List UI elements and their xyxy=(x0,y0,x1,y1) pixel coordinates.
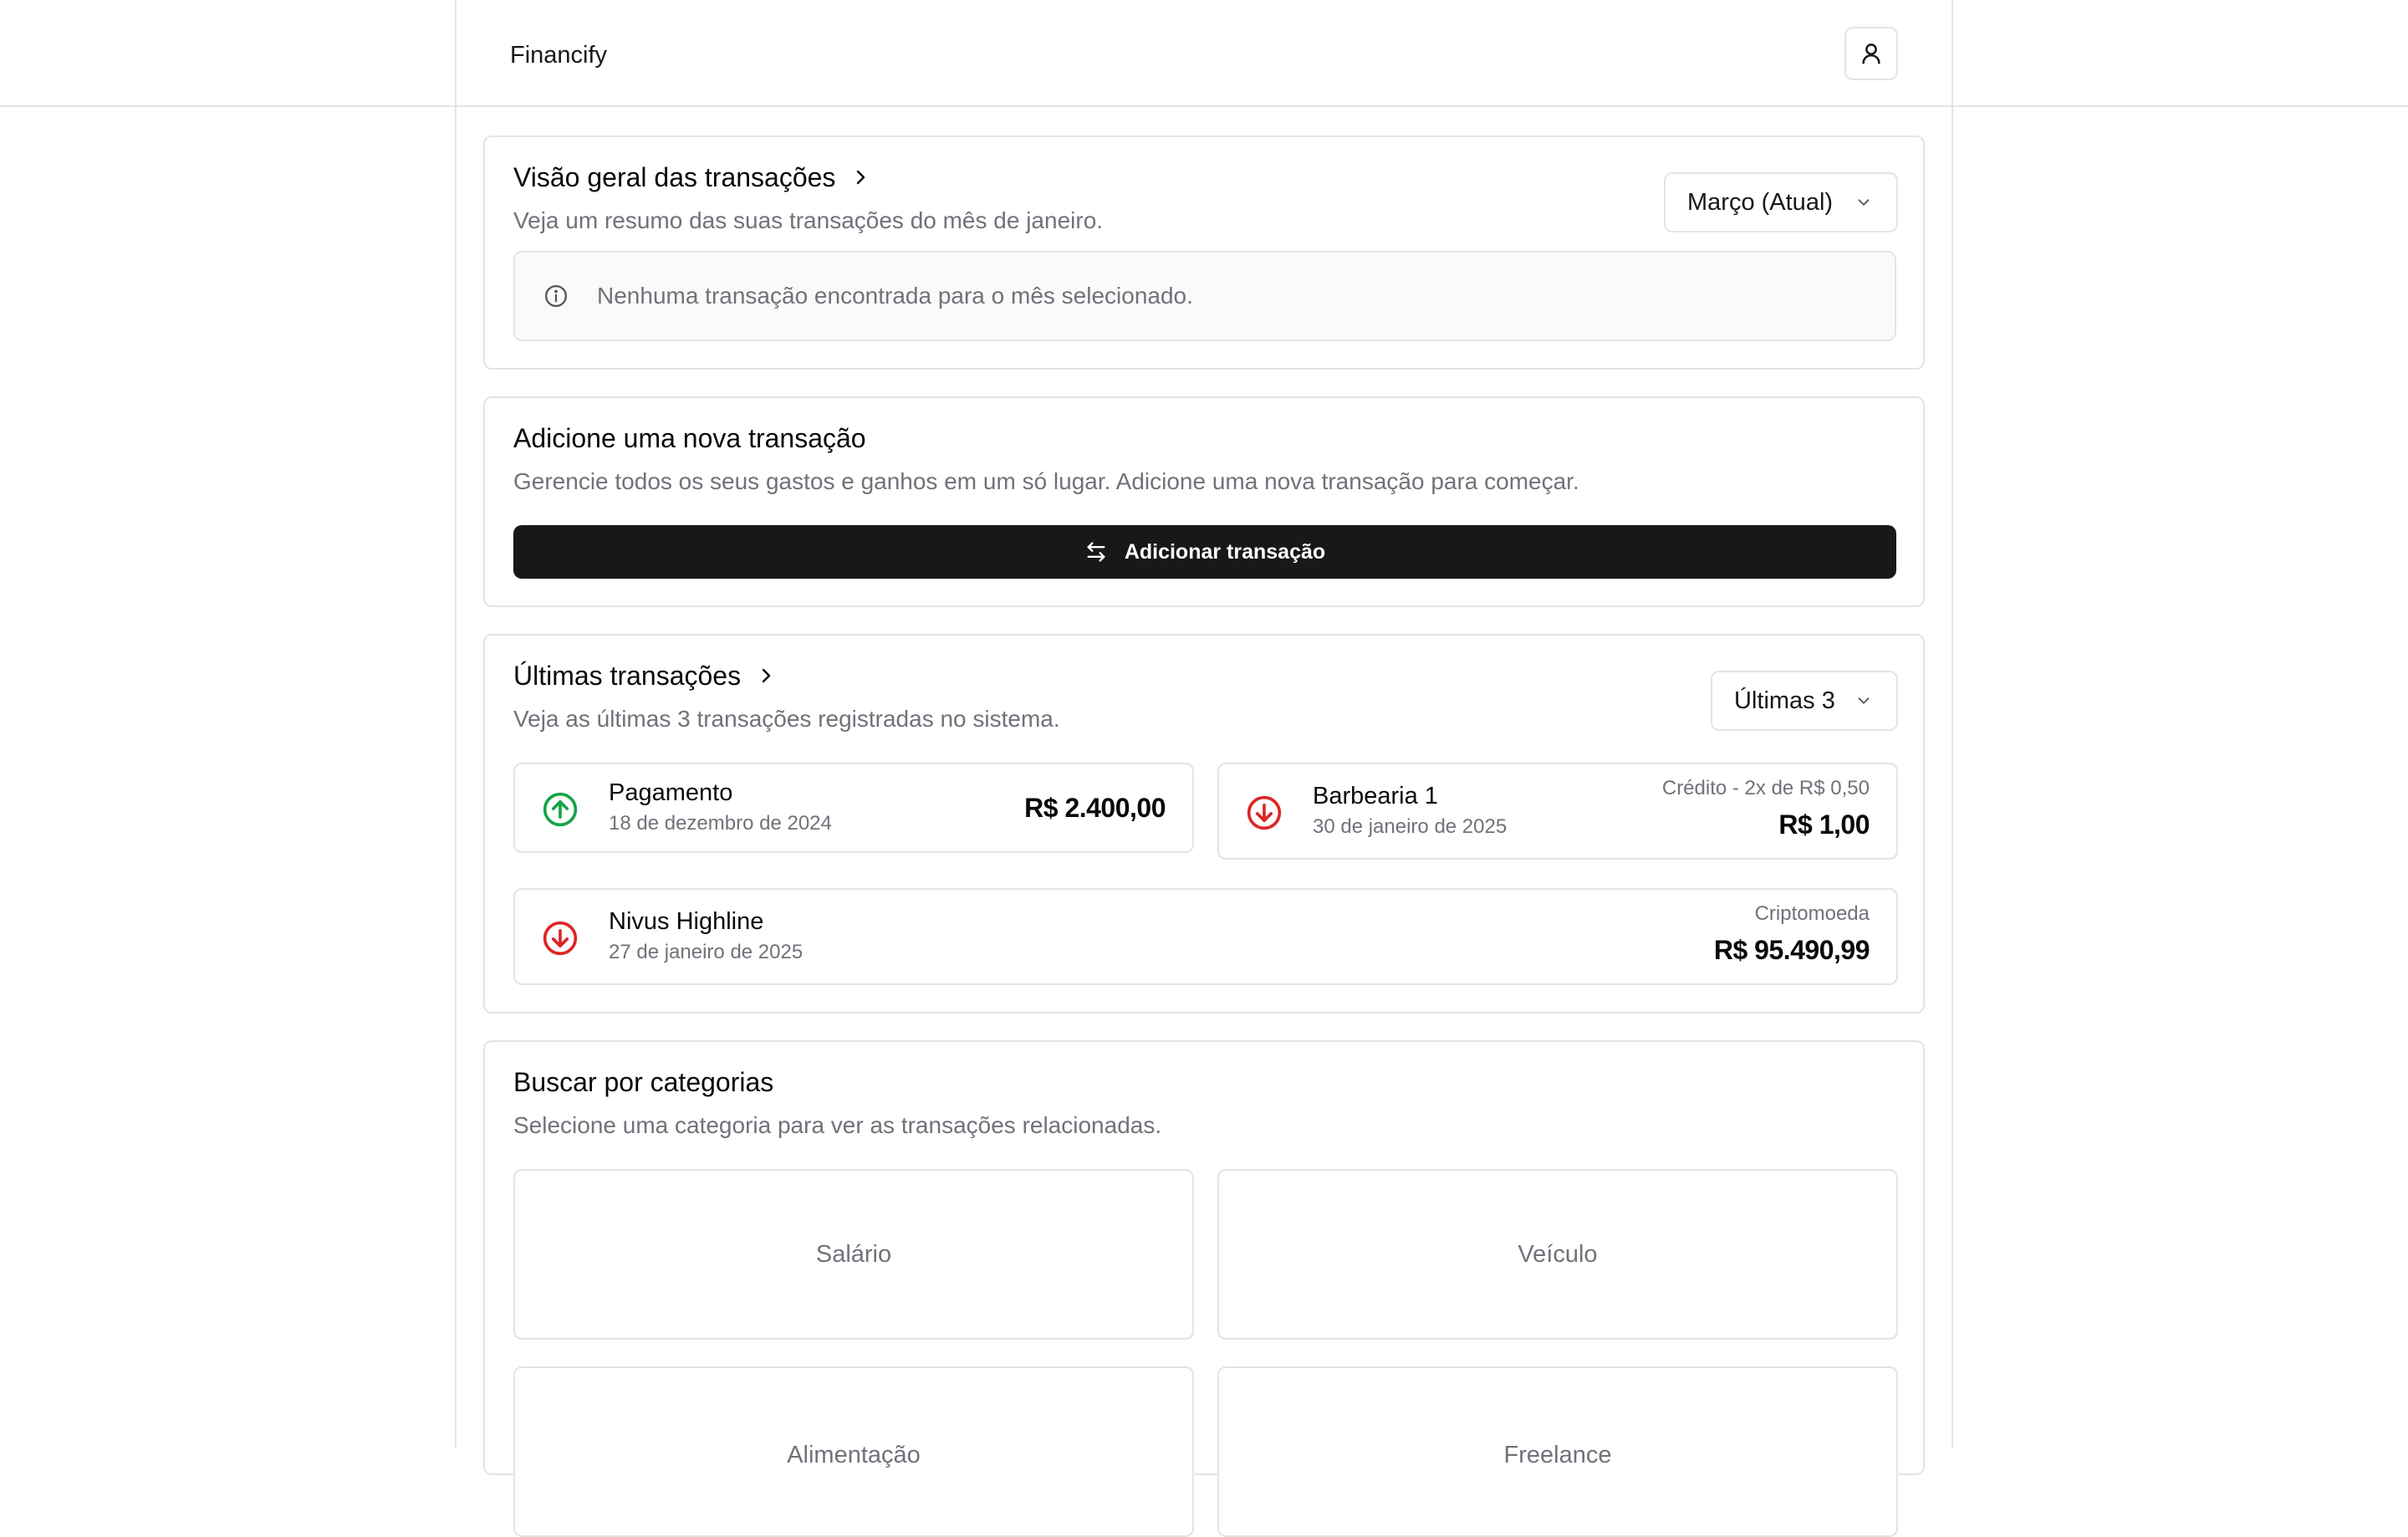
user-menu-button[interactable] xyxy=(1844,27,1898,80)
overview-title: Visão geral das transações xyxy=(513,162,836,192)
transaction-date: 18 de dezembro de 2024 xyxy=(609,812,832,835)
transaction-payment-detail: Criptomoeda xyxy=(1754,902,1870,925)
month-select[interactable]: Março (Atual) xyxy=(1664,172,1898,232)
transaction-item[interactable]: Nivus Highline 27 de janeiro de 2025 Cri… xyxy=(513,888,1898,985)
categories-title: Buscar por categorias xyxy=(513,1067,774,1097)
latest-title-link[interactable]: Últimas transações xyxy=(513,659,776,692)
transaction-date: 27 de janeiro de 2025 xyxy=(609,941,804,963)
chevron-down-icon xyxy=(1858,697,1870,704)
category-card-salario[interactable]: Salário xyxy=(513,1169,1194,1340)
latest-title: Últimas transações xyxy=(513,661,742,691)
categories-description: Selecione uma categoria para ver as tran… xyxy=(513,1112,1162,1138)
month-select-value: Março (Atual) xyxy=(1687,188,1834,216)
transaction-name: Nivus Highline xyxy=(609,908,764,935)
arrow-down-circle-icon xyxy=(1247,795,1282,830)
latest-description: Veja as últimas 3 transações registradas… xyxy=(513,706,1060,732)
empty-state-alert: Nenhuma transação encontrada para o mês … xyxy=(513,251,1896,341)
overview-title-link[interactable]: Visão geral das transações xyxy=(513,161,870,194)
transaction-item[interactable]: Pagamento 18 de dezembro de 2024 R$ 2.40… xyxy=(513,763,1194,853)
transaction-amount: R$ 2.400,00 xyxy=(1024,793,1166,823)
arrows-swap-icon xyxy=(1087,542,1105,562)
overview-description: Veja um resumo das suas transações do mê… xyxy=(513,207,1104,233)
count-select-value: Últimas 3 xyxy=(1734,687,1835,714)
add-title: Adicione uma nova transação xyxy=(513,423,866,453)
arrow-down-circle-icon xyxy=(543,921,578,956)
transaction-item[interactable]: Barbearia 1 30 de janeiro de 2025 Crédit… xyxy=(1217,763,1898,860)
chevron-down-icon xyxy=(1858,199,1870,206)
add-transaction-button[interactable]: Adicionar transação xyxy=(513,525,1896,579)
transaction-name: Pagamento xyxy=(609,779,733,806)
transaction-payment-detail: Crédito - 2x de R$ 0,50 xyxy=(1661,777,1870,799)
chevron-right-icon xyxy=(762,668,771,683)
add-transaction-label: Adicionar transação xyxy=(1124,539,1326,564)
brand-name[interactable]: Financify xyxy=(510,38,607,72)
add-transaction-card: Adicione uma nova transação Gerencie tod… xyxy=(483,396,1925,607)
category-card-alimentacao[interactable]: Alimentação xyxy=(513,1366,1194,1537)
arrow-up-circle-icon xyxy=(543,792,578,827)
chevron-right-icon xyxy=(857,170,865,185)
overview-card: Visão geral das transações Veja um resum… xyxy=(483,135,1925,370)
add-description: Gerencie todos os seus gastos e ganhos e… xyxy=(513,468,1579,494)
user-icon xyxy=(1862,43,1880,64)
transaction-amount: R$ 1,00 xyxy=(1778,809,1870,840)
info-icon xyxy=(545,285,567,307)
categories-card: Buscar por categorias Selecione uma cate… xyxy=(483,1040,1925,1537)
empty-state-message: Nenhuma transação encontrada para o mês … xyxy=(597,283,1193,309)
transaction-date: 30 de janeiro de 2025 xyxy=(1313,815,1508,838)
transaction-amount: R$ 95.490,99 xyxy=(1713,935,1870,965)
transaction-name: Barbearia 1 xyxy=(1313,783,1438,809)
category-card-veiculo[interactable]: Veículo xyxy=(1217,1169,1898,1340)
count-select[interactable]: Últimas 3 xyxy=(1711,671,1898,731)
category-card-freelance[interactable]: Freelance xyxy=(1217,1366,1898,1537)
latest-transactions-card: Últimas transações Veja as últimas 3 tra… xyxy=(483,634,1925,1014)
